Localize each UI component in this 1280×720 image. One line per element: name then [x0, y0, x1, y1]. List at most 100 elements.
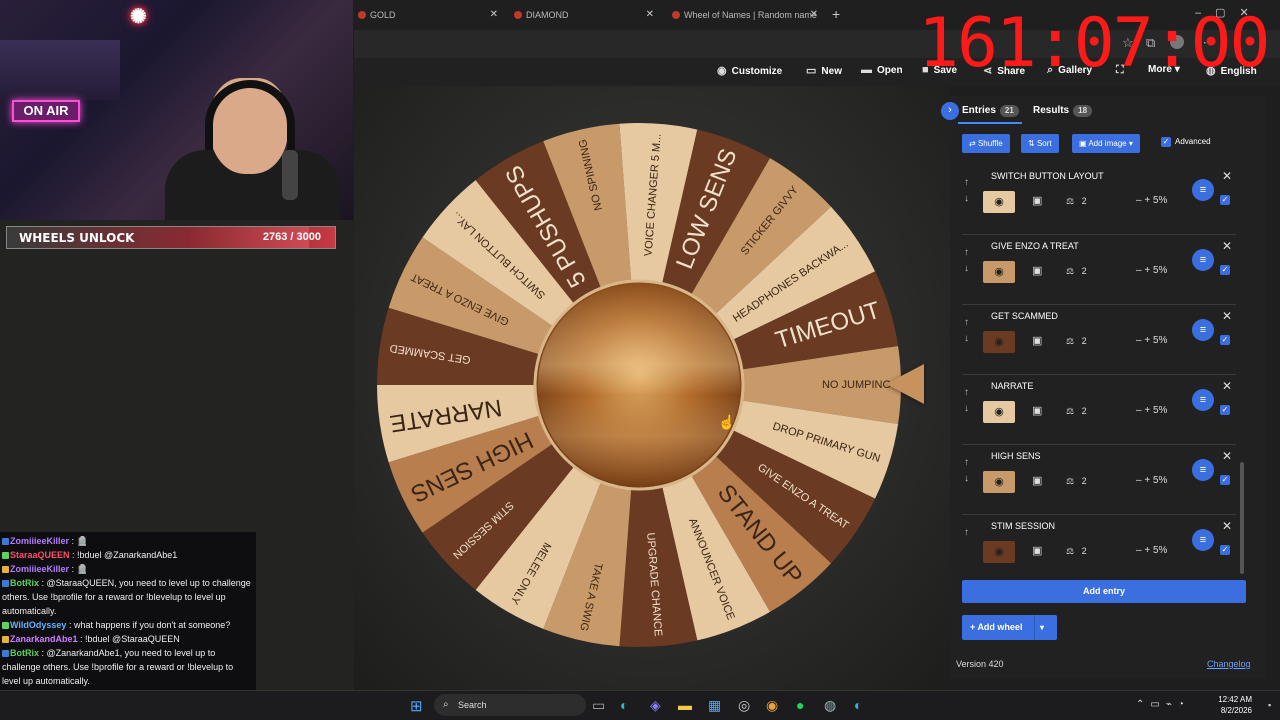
reorder-arrows-icon[interactable]: ↑ ↓: [964, 175, 969, 207]
open-button[interactable]: ▬ Open: [861, 64, 903, 76]
entry-color-swatch[interactable]: ◉: [983, 331, 1015, 353]
close-tab-icon[interactable]: ✕: [490, 4, 498, 26]
tab-results[interactable]: Results 18: [1033, 105, 1093, 117]
minus-icon[interactable]: –: [1136, 405, 1142, 416]
new-tab-button[interactable]: +: [832, 6, 840, 22]
chat-username[interactable]: StaraaQUEEN: [10, 550, 70, 560]
entry-color-swatch[interactable]: ◉: [983, 471, 1015, 493]
remove-entry-icon[interactable]: ✕: [1222, 519, 1232, 533]
minus-icon[interactable]: –: [1136, 545, 1142, 556]
chat-username[interactable]: BotRix: [10, 648, 39, 658]
spotify-icon[interactable]: ●: [796, 697, 804, 713]
store-icon[interactable]: ▦: [708, 697, 721, 714]
new-button[interactable]: ▭ New: [806, 64, 842, 77]
entry-weight-stepper[interactable]: – + 5%: [1136, 475, 1167, 486]
entry-weight-stepper[interactable]: – + 5%: [1136, 195, 1167, 206]
browser-tab-diamond[interactable]: DIAMOND ✕: [510, 4, 660, 26]
taskbar-search[interactable]: ⌕ Search: [434, 694, 586, 716]
entry-color-swatch[interactable]: ◉: [983, 401, 1015, 423]
taskbar-clock[interactable]: 12:42 AM 8/2/2026: [1212, 694, 1252, 716]
add-entry-button[interactable]: Add entry: [962, 580, 1246, 603]
minus-icon[interactable]: –: [1136, 335, 1142, 346]
entry-image-icon[interactable]: ▣: [1032, 404, 1042, 417]
chat-username[interactable]: ZomiiieeKiller: [10, 564, 69, 574]
plus-icon[interactable]: +: [1144, 545, 1150, 556]
browser-tab-gold[interactable]: GOLD ✕: [354, 4, 504, 26]
advanced-toggle[interactable]: ✓ Advanced: [1161, 137, 1211, 147]
shuffle-button[interactable]: ⇄ Shuffle: [962, 134, 1010, 153]
minus-icon[interactable]: –: [1136, 195, 1142, 206]
entry-weight[interactable]: ⚖ 2: [1066, 336, 1087, 347]
minus-icon[interactable]: –: [1136, 475, 1142, 486]
sort-button[interactable]: ⇅ Sort: [1021, 134, 1059, 153]
remove-entry-icon[interactable]: ✕: [1222, 239, 1232, 253]
file-explorer-icon[interactable]: ▬: [678, 697, 692, 713]
plus-icon[interactable]: +: [1144, 335, 1150, 346]
entry-name[interactable]: HIGH SENS: [991, 451, 1041, 461]
entry-color-swatch[interactable]: ◉: [983, 191, 1015, 213]
entry-settings-button[interactable]: ≡: [1192, 389, 1214, 411]
reorder-arrows-icon[interactable]: ↑ ↓: [964, 245, 969, 277]
entry-enabled-checkbox[interactable]: ✓: [1220, 331, 1234, 349]
changelog-link[interactable]: Changelog: [1207, 659, 1251, 669]
edge-icon[interactable]: ◐: [620, 697, 628, 713]
entry-enabled-checkbox[interactable]: ✓: [1220, 401, 1234, 419]
remove-entry-icon[interactable]: ✕: [1222, 309, 1232, 323]
entry-name[interactable]: GET SCAMMED: [991, 311, 1058, 321]
system-tray-icons[interactable]: ⌃▭⌁◔: [1136, 699, 1190, 710]
plus-icon[interactable]: +: [1144, 405, 1150, 416]
entry-name[interactable]: GIVE ENZO A TREAT: [991, 241, 1079, 251]
entry-weight[interactable]: ⚖ 2: [1066, 546, 1087, 557]
entry-name[interactable]: SWITCH BUTTON LAYOUT: [991, 171, 1104, 181]
reorder-arrows-icon[interactable]: ↑ ↓: [964, 315, 969, 347]
entry-weight[interactable]: ⚖ 2: [1066, 266, 1087, 277]
entry-settings-button[interactable]: ≡: [1192, 249, 1214, 271]
entry-weight[interactable]: ⚖ 2: [1066, 476, 1087, 487]
notification-icon[interactable]: ▪: [1268, 700, 1271, 710]
entry-image-icon[interactable]: ▣: [1032, 544, 1042, 557]
entry-image-icon[interactable]: ▣: [1032, 334, 1042, 347]
chat-username[interactable]: BotRix: [10, 578, 39, 588]
entry-weight-stepper[interactable]: – + 5%: [1136, 335, 1167, 346]
entry-name[interactable]: NARRATE: [991, 381, 1033, 391]
add-wheel-button[interactable]: + Add wheel ▾: [962, 615, 1057, 640]
entry-enabled-checkbox[interactable]: ✓: [1220, 191, 1234, 209]
reorder-arrows-icon[interactable]: ↑: [964, 525, 969, 541]
browser-tab-wheel[interactable]: Wheel of Names | Random name ✕: [668, 4, 824, 26]
collapse-panel-button[interactable]: ›: [941, 102, 959, 120]
entry-enabled-checkbox[interactable]: ✓: [1220, 471, 1234, 489]
entry-color-swatch[interactable]: ◉: [983, 261, 1015, 283]
remove-entry-icon[interactable]: ✕: [1222, 449, 1232, 463]
copilot-icon[interactable]: ◈: [650, 697, 661, 714]
entry-settings-button[interactable]: ≡: [1192, 529, 1214, 551]
close-tab-icon[interactable]: ✕: [646, 4, 654, 26]
entry-settings-button[interactable]: ≡: [1192, 459, 1214, 481]
windows-start-icon[interactable]: ⊞: [410, 697, 423, 715]
reorder-arrows-icon[interactable]: ↑ ↓: [964, 385, 969, 417]
entry-weight[interactable]: ⚖ 2: [1066, 196, 1087, 207]
minus-icon[interactable]: –: [1136, 265, 1142, 276]
entry-settings-button[interactable]: ≡: [1192, 319, 1214, 341]
steam-icon[interactable]: ◍: [824, 697, 836, 714]
chat-username[interactable]: ZomiiieeKiller: [10, 536, 69, 546]
task-view-icon[interactable]: ▭: [592, 697, 605, 714]
entry-color-swatch[interactable]: ◉: [983, 541, 1015, 563]
entry-enabled-checkbox[interactable]: ✓: [1220, 541, 1234, 559]
entry-weight-stepper[interactable]: – + 5%: [1136, 265, 1167, 276]
entry-image-icon[interactable]: ▣: [1032, 474, 1042, 487]
entry-enabled-checkbox[interactable]: ✓: [1220, 261, 1234, 279]
plus-icon[interactable]: +: [1144, 475, 1150, 486]
chrome-icon[interactable]: ◉: [766, 697, 778, 714]
xbox-icon[interactable]: ◎: [738, 697, 750, 714]
entry-name[interactable]: STIM SESSION: [991, 521, 1055, 531]
entry-weight-stepper[interactable]: – + 5%: [1136, 545, 1167, 556]
customize-button[interactable]: ◉ Customize: [717, 64, 782, 77]
close-tab-icon[interactable]: ✕: [810, 4, 818, 26]
reorder-arrows-icon[interactable]: ↑ ↓: [964, 455, 969, 487]
plus-icon[interactable]: +: [1144, 195, 1150, 206]
remove-entry-icon[interactable]: ✕: [1222, 379, 1232, 393]
entry-weight[interactable]: ⚖ 2: [1066, 406, 1087, 417]
entry-image-icon[interactable]: ▣: [1032, 264, 1042, 277]
entries-scrollbar[interactable]: [1240, 462, 1244, 574]
edge-active-icon[interactable]: ◐: [854, 697, 862, 713]
